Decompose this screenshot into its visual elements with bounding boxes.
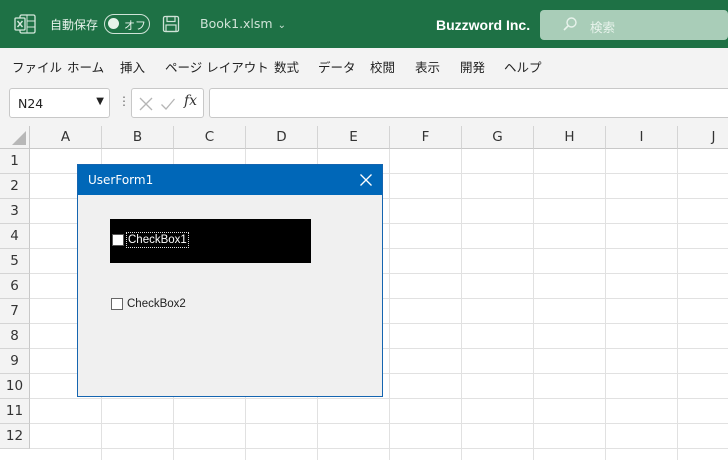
row-header-10[interactable]: 10 <box>0 374 30 399</box>
formula-buttons: fx <box>131 88 204 118</box>
userform-dialog: UserForm1 CheckBox1 CheckBox2 <box>77 164 383 397</box>
search-icon <box>563 17 577 31</box>
autosave-toggle[interactable]: オフ <box>104 14 150 34</box>
row-header-6[interactable]: 6 <box>0 274 30 299</box>
column-header-i[interactable]: I <box>606 126 678 149</box>
company-name: Buzzword Inc. <box>436 17 531 33</box>
grid-row-line <box>30 448 728 449</box>
close-icon[interactable] <box>359 173 373 187</box>
save-icon[interactable] <box>162 15 180 33</box>
chevron-down-icon: ⌄ <box>277 20 286 31</box>
menu-home[interactable]: ホーム <box>67 57 104 76</box>
more-options-icon[interactable]: ⋮ <box>118 94 130 108</box>
title-bar: 自動保存 オフ Book1.xlsm ⌄ Buzzword Inc. 検索 <box>0 0 728 48</box>
userform-title: UserForm1 <box>88 173 154 187</box>
toggle-knob <box>108 18 119 29</box>
cancel-icon[interactable] <box>138 96 154 112</box>
search-placeholder: 検索 <box>590 20 616 35</box>
column-header-f[interactable]: F <box>390 126 462 149</box>
menu-review[interactable]: 校閲 <box>370 57 395 76</box>
insert-function-button[interactable]: fx <box>184 93 197 109</box>
menu-view[interactable]: 表示 <box>415 57 440 76</box>
menu-file[interactable]: ファイル <box>12 57 62 76</box>
name-box-value: N24 <box>18 96 44 111</box>
grid-column-line <box>533 149 534 460</box>
userform-title-bar[interactable]: UserForm1 <box>78 165 382 195</box>
grid-column-line <box>389 149 390 460</box>
formula-bar: N24 ▼ ⋮ fx <box>0 82 728 126</box>
autosave-label: 自動保存 <box>50 18 99 32</box>
excel-logo-icon <box>14 14 36 34</box>
autosave-state: オフ <box>124 19 146 32</box>
chevron-down-icon[interactable]: ▼ <box>96 96 104 107</box>
column-header-h[interactable]: H <box>534 126 606 149</box>
menu-developer[interactable]: 開発 <box>460 57 485 76</box>
checkbox1-box[interactable] <box>112 234 124 246</box>
select-all-corner[interactable] <box>0 126 30 149</box>
column-header-a[interactable]: A <box>30 126 102 149</box>
menu-formulas[interactable]: 数式 <box>274 57 299 76</box>
grid-row-line <box>30 398 728 399</box>
file-name-dropdown[interactable]: Book1.xlsm ⌄ <box>200 16 286 31</box>
row-header-11[interactable]: 11 <box>0 399 30 424</box>
menu-help[interactable]: ヘルプ <box>504 57 542 76</box>
row-header-2[interactable]: 2 <box>0 174 30 199</box>
checkbox2-label[interactable]: CheckBox2 <box>127 297 186 311</box>
row-header-4[interactable]: 4 <box>0 224 30 249</box>
menu-data[interactable]: データ <box>318 57 356 76</box>
checkbox1-label[interactable]: CheckBox1 <box>126 232 189 248</box>
name-box[interactable]: N24 ▼ <box>9 88 110 118</box>
column-header-e[interactable]: E <box>318 126 390 149</box>
file-name: Book1.xlsm <box>200 16 273 31</box>
column-header-c[interactable]: C <box>174 126 246 149</box>
column-header-b[interactable]: B <box>102 126 174 149</box>
menu-page-layout[interactable]: ページ レイアウト <box>165 57 269 76</box>
column-header-g[interactable]: G <box>462 126 534 149</box>
column-header-j[interactable]: J <box>678 126 728 149</box>
row-header-5[interactable]: 5 <box>0 249 30 274</box>
row-header-12[interactable]: 12 <box>0 424 30 449</box>
search-box[interactable]: 検索 <box>540 10 728 40</box>
formula-input[interactable] <box>209 88 728 118</box>
row-header-1[interactable]: 1 <box>0 149 30 174</box>
check-icon[interactable] <box>160 96 176 112</box>
menu-bar: ファイル ホーム 挿入 ページ レイアウト 数式 データ 校閲 表示 開発 ヘル… <box>0 48 728 82</box>
row-header-3[interactable]: 3 <box>0 199 30 224</box>
row-header-7[interactable]: 7 <box>0 299 30 324</box>
grid-column-line <box>605 149 606 460</box>
checkbox1-control[interactable]: CheckBox1 <box>110 219 311 263</box>
row-header-9[interactable]: 9 <box>0 349 30 374</box>
grid-column-line <box>677 149 678 460</box>
grid-column-line <box>461 149 462 460</box>
checkbox2-box[interactable] <box>111 298 123 310</box>
column-header-d[interactable]: D <box>246 126 318 149</box>
menu-insert[interactable]: 挿入 <box>120 57 145 76</box>
grid-row-line <box>30 423 728 424</box>
row-header-8[interactable]: 8 <box>0 324 30 349</box>
